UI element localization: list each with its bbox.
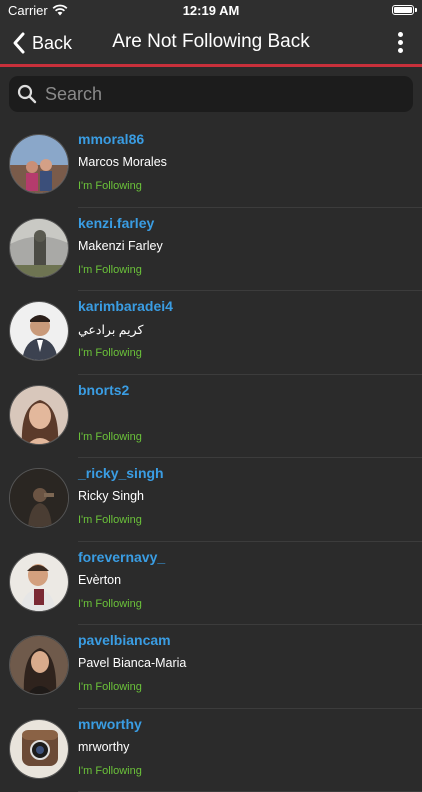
avatar[interactable]: [9, 218, 69, 278]
more-options-button[interactable]: [396, 32, 404, 54]
username[interactable]: forevernavy_: [78, 549, 165, 565]
following-status: I'm Following: [78, 264, 142, 276]
more-dot-icon: [398, 40, 403, 45]
username[interactable]: pavelbiancam: [78, 632, 171, 648]
user-row-ricky-singh[interactable]: _ricky_singh Ricky Singh I'm Following: [0, 458, 422, 542]
username[interactable]: bnorts2: [78, 382, 129, 398]
more-dot-icon: [398, 48, 403, 53]
user-row-karimbaradei4[interactable]: karimbaradei4 كريم برادعي I'm Following: [0, 291, 422, 375]
user-row-pavelbiancam[interactable]: pavelbiancam Pavel Bianca-Maria I'm Foll…: [0, 625, 422, 709]
following-status: I'm Following: [78, 431, 142, 443]
full-name: Makenzi Farley: [78, 239, 163, 253]
full-name: Ricky Singh: [78, 489, 144, 503]
following-status: I'm Following: [78, 598, 142, 610]
username[interactable]: mmoral86: [78, 131, 144, 147]
following-status: I'm Following: [78, 347, 142, 359]
following-status: I'm Following: [78, 681, 142, 693]
instagram-default-icon[interactable]: [9, 719, 69, 779]
username[interactable]: _ricky_singh: [78, 465, 164, 481]
avatar[interactable]: [9, 301, 69, 361]
user-list: mmoral86 Marcos Morales I'm Following ke…: [0, 124, 422, 792]
user-row-kenzi-farley[interactable]: kenzi.farley Makenzi Farley I'm Followin…: [0, 208, 422, 292]
status-bar: Carrier 12:19 AM: [0, 0, 422, 22]
following-status: I'm Following: [78, 180, 142, 192]
full-name: كريم برادعي: [78, 322, 143, 337]
avatar[interactable]: [9, 134, 69, 194]
nav-accent-line: [0, 64, 422, 67]
full-name: mrworthy: [78, 740, 129, 754]
username[interactable]: mrworthy: [78, 716, 142, 732]
more-dot-icon: [398, 32, 403, 37]
username[interactable]: kenzi.farley: [78, 215, 154, 231]
full-name: Evèrton: [78, 573, 121, 587]
user-row-forevernavy[interactable]: forevernavy_ Evèrton I'm Following: [0, 542, 422, 626]
following-status: I'm Following: [78, 765, 142, 777]
search-input[interactable]: [43, 83, 407, 106]
username[interactable]: karimbaradei4: [78, 298, 173, 314]
user-row-mmoral86[interactable]: mmoral86 Marcos Morales I'm Following: [0, 124, 422, 208]
avatar[interactable]: [9, 635, 69, 695]
user-row-mrworthy[interactable]: mrworthy mrworthy I'm Following: [0, 709, 422, 792]
battery-icon: [392, 5, 414, 15]
avatar[interactable]: [9, 468, 69, 528]
avatar[interactable]: [9, 385, 69, 445]
search-icon: [17, 84, 37, 104]
full-name: Pavel Bianca-Maria: [78, 656, 186, 670]
full-name: Marcos Morales: [78, 155, 167, 169]
page-title: Are Not Following Back: [0, 31, 422, 53]
user-row-bnorts2[interactable]: bnorts2 I'm Following: [0, 375, 422, 459]
avatar[interactable]: [9, 552, 69, 612]
clock: 12:19 AM: [0, 3, 422, 18]
search-bar[interactable]: [9, 76, 413, 112]
following-status: I'm Following: [78, 514, 142, 526]
